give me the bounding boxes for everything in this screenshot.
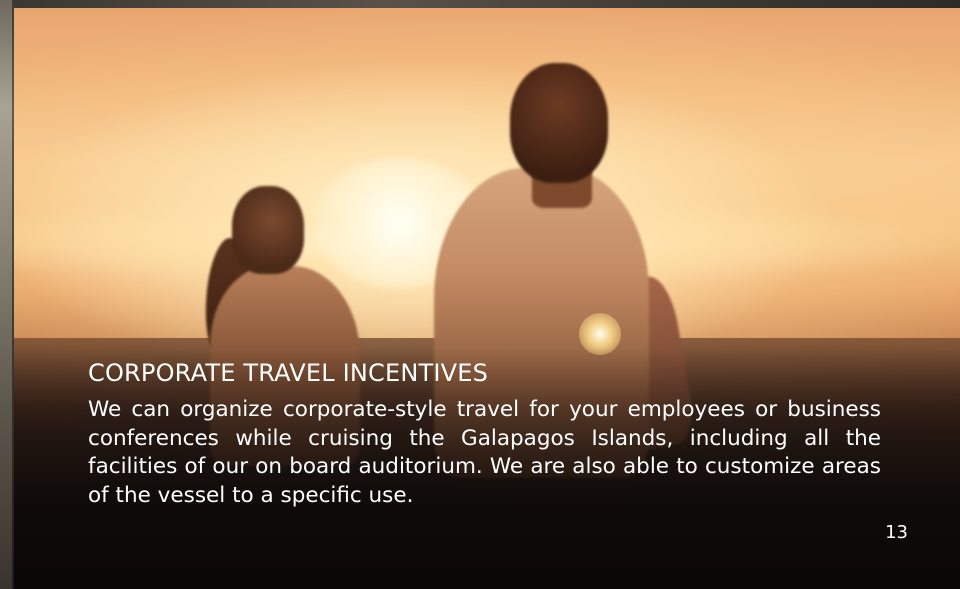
- page-body-text: We can organize corporate-style travel f…: [88, 397, 881, 508]
- viewer-top-edge: [0, 0, 960, 8]
- document-viewer: CORPORATE TRAVEL INCENTIVES We can organ…: [0, 0, 960, 589]
- page-title: CORPORATE TRAVEL INCENTIVES: [88, 359, 489, 387]
- woman-silhouette-head: [232, 186, 304, 274]
- man-silhouette-head: [510, 63, 608, 183]
- brochure-page: CORPORATE TRAVEL INCENTIVES We can organ…: [14, 8, 960, 589]
- previous-page-edge[interactable]: [0, 0, 14, 589]
- text-block: CORPORATE TRAVEL INCENTIVES We can organ…: [88, 358, 881, 510]
- page-number: 13: [885, 522, 908, 543]
